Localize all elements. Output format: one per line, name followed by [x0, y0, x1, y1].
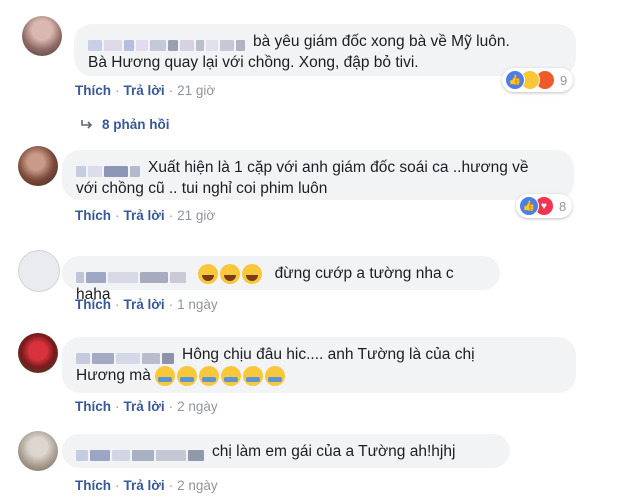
separator: · [115, 478, 120, 493]
blurred-author-name[interactable] [76, 268, 188, 283]
crying-emoji-icon [177, 365, 198, 386]
avatar[interactable] [22, 16, 62, 56]
like-link[interactable]: Thích [75, 399, 111, 414]
separator: · [168, 83, 174, 98]
comment-bubble: Hông chịu đâu hic.... anh Tường là của c… [62, 337, 576, 393]
comment-text: Hông chịu đâu hic.... anh Tường là của c… [182, 346, 475, 363]
avatar[interactable] [18, 333, 58, 373]
like-link[interactable]: Thích [75, 208, 111, 223]
reply-link[interactable]: Trả lời [124, 297, 165, 312]
crying-emoji-icon [155, 365, 176, 386]
comment-actions: Thích · Trả lời · 1 ngày [75, 297, 218, 312]
like-icon: 👍 [519, 196, 539, 216]
replies-count: 8 phản hồi [102, 117, 170, 132]
comment-actions: Thích · Trả lời · 21 giờ [75, 83, 215, 98]
comment-text: chị làm em gái của a Tường ah!hjhj [212, 443, 456, 460]
comment-bubble: chị làm em gái của a Tường ah!hjhj [62, 434, 510, 468]
separator: · [168, 208, 174, 223]
like-icon: 👍 [505, 70, 525, 90]
reply-link[interactable]: Trả lời [124, 208, 165, 223]
like-link[interactable]: Thích [75, 478, 111, 493]
crying-emoji-icon [221, 365, 242, 386]
reaction-count: 9 [560, 72, 568, 88]
comment-text: Hương mà [76, 367, 151, 384]
reactions-summary[interactable]: 👍 ♥ 8 [516, 194, 573, 218]
blurred-author-name[interactable] [76, 349, 176, 364]
view-replies-link[interactable]: 8 phản hồi [80, 117, 170, 132]
comment-text: Bà Hương quay lại với chồng. Xong, đập b… [88, 54, 419, 71]
timestamp[interactable]: 1 ngày [177, 297, 218, 312]
crying-emoji-icon [265, 365, 286, 386]
separator: · [115, 208, 120, 223]
timestamp[interactable]: 2 ngày [177, 478, 218, 493]
separator: · [115, 297, 120, 312]
laughing-emoji-icon [242, 263, 263, 284]
reply-link[interactable]: Trả lời [124, 83, 165, 98]
separator: · [168, 399, 174, 414]
comment-bubble: đừng cướp a tường nha c haha [62, 256, 500, 303]
timestamp[interactable]: 2 ngày [177, 399, 218, 414]
reactions-summary[interactable]: 👍 9 [502, 68, 574, 92]
timestamp[interactable]: 21 giờ [177, 83, 215, 98]
separator: · [115, 399, 120, 414]
reaction-count: 8 [559, 198, 567, 214]
like-link[interactable]: Thích [75, 83, 111, 98]
avatar[interactable] [18, 146, 58, 186]
reply-arrow-icon [81, 119, 93, 129]
comment-text: bà yêu giám đốc xong bà về Mỹ luôn. [253, 33, 510, 50]
reply-link[interactable]: Trả lời [124, 478, 165, 493]
comment-actions: Thích · Trả lời · 2 ngày [75, 399, 218, 414]
comment-actions: Thích · Trả lời · 2 ngày [75, 478, 218, 493]
blurred-author-name[interactable] [88, 36, 247, 51]
avatar[interactable] [18, 250, 60, 292]
timestamp[interactable]: 21 giờ [177, 208, 215, 223]
blurred-author-name[interactable] [76, 446, 206, 461]
reply-link[interactable]: Trả lời [124, 399, 165, 414]
crying-emoji-icon [199, 365, 220, 386]
avatar[interactable] [18, 431, 58, 471]
crying-emoji-icon [243, 365, 264, 386]
comment-actions: Thích · Trả lời · 21 giờ [75, 208, 215, 223]
like-link[interactable]: Thích [75, 297, 111, 312]
comment-text: với chồng cũ .. tui nghỉ coi phim luôn [76, 180, 328, 197]
laughing-emoji-icon [220, 263, 241, 284]
blurred-author-name[interactable] [76, 162, 142, 177]
separator: · [115, 83, 120, 98]
comment-bubble: bà yêu giám đốc xong bà về Mỹ luôn. Bà H… [74, 24, 576, 76]
laughing-emoji-icon [198, 263, 219, 284]
comment-text: Xuất hiện là 1 cặp với anh giám đốc soái… [148, 159, 529, 176]
separator: · [168, 297, 174, 312]
comment-bubble: Xuất hiện là 1 cặp với anh giám đốc soái… [62, 150, 574, 200]
separator: · [168, 478, 174, 493]
